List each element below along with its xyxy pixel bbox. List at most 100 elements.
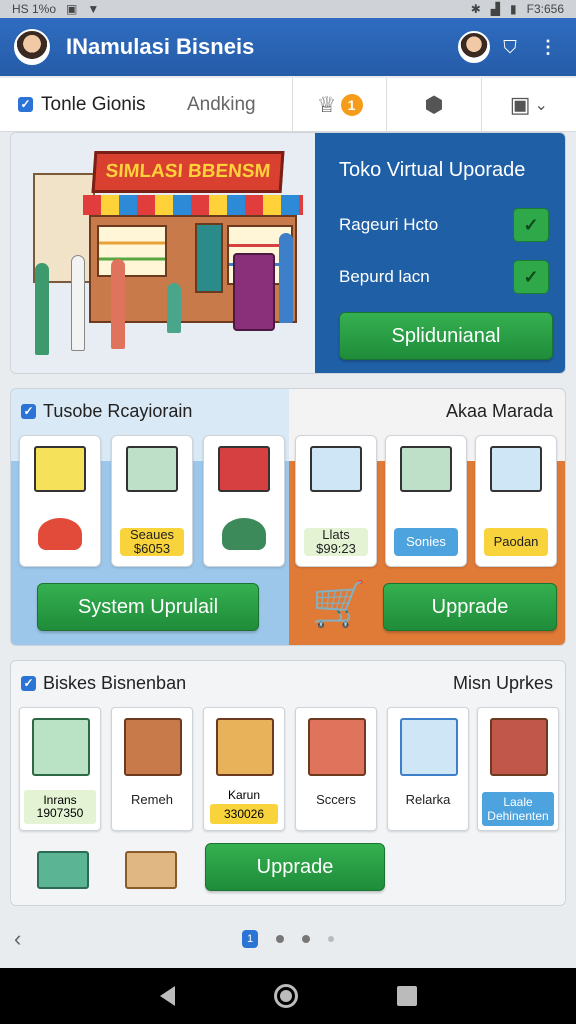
category-section: ✓ Tusobe Rcayiorain Akaa Marada Seaues $… [10,388,566,646]
page-dot[interactable] [302,935,310,943]
card-label: Karun [227,788,261,802]
system-upgrade-button[interactable]: System Uprulail [37,583,259,631]
card-label: Seaues [129,527,175,543]
section-title: Tusobe Rcayiorain [43,401,193,421]
card-label: Remeh [131,792,173,807]
notification-badge: 1 [340,93,363,116]
person [279,233,293,323]
business-card[interactable]: Remeh [111,707,193,831]
section-title-right: Misn Uprkes [452,673,553,693]
more-vert-icon[interactable]: ⋮ [534,33,562,61]
shelf [97,225,167,277]
business-card[interactable]: Karun 330026 [203,707,285,831]
business-art [216,718,274,776]
product-art [34,446,86,492]
section-header-right: Akaa Marada [446,401,553,422]
upgrade-panel: Toko Virtual Uporade Rageuri Hcto ✓ Bepu… [315,133,565,373]
checkbox-icon[interactable]: ✓ [18,97,33,112]
product-card[interactable]: Sonies [385,435,467,567]
fruit-icon [38,518,82,550]
card-value: $99:23 [316,541,356,556]
id-card-icon: ▣ [509,91,531,117]
product-card[interactable]: Llats $99:23 [295,435,377,567]
page-dot[interactable] [328,936,334,942]
recents-icon[interactable] [396,986,417,1006]
label-pill: Paodan [484,528,548,556]
card-value: 330026 [210,804,278,824]
upgrade-button[interactable]: Upprade [383,583,557,631]
card-label: Llats [322,527,350,543]
vending-machine [233,253,275,331]
avatar[interactable] [14,29,50,65]
upgrade-row: Bepurd lacn ✓ [339,260,549,294]
tab-achievements[interactable]: ♕ 1 [293,77,388,132]
business-card[interactable]: Sccers [295,707,377,831]
tab-main[interactable]: ✓ Tonle Gionis [0,94,187,116]
profile-avatar[interactable] [458,31,490,63]
business-art [124,718,182,776]
store-illustration: SIMLASI BBENSM [11,133,315,373]
back-icon[interactable] [159,986,175,1006]
settings-icon: ✱ [470,2,481,16]
checkbox-icon[interactable]: ✓ [21,404,36,419]
chevron-down-icon: ⌄ [534,96,548,114]
door [195,223,223,293]
shield-icon[interactable]: ⛉ [496,33,524,61]
page-dot[interactable] [276,935,284,943]
product-art [400,446,452,492]
app-bar: INamulasi Bisneis ⛉ ⋮ [0,18,576,76]
card-label: Paodan [493,534,539,550]
product-card[interactable]: Seaues $6053 [111,435,193,567]
card-label: Sccers [316,792,356,807]
section-header: ✓ Biskes Bisnenban [21,673,186,694]
primary-upgrade-button[interactable]: Splidunianal [339,312,553,360]
tab-profile[interactable]: ▣ ⌄ [482,78,576,132]
business-section: ✓ Biskes Bisnenban Misn Uprkes Inrans 19… [10,660,566,906]
status-right-text: F3:656 [526,2,564,16]
shopping-cart-icon: 🛒 [311,580,367,629]
check-button[interactable]: ✓ [513,260,549,294]
home-icon[interactable] [273,984,298,1008]
check-icon: ✓ [523,266,539,287]
hero-card: SIMLASI BBENSM Toko Virtual Uporade Rage… [10,132,566,374]
notification-icon: ▣ [66,2,78,16]
money-pill: Inrans 1907350 [24,790,96,824]
section-title-right: Akaa Marada [445,401,553,421]
checkbox-icon[interactable]: ✓ [21,676,36,691]
page-dot-active[interactable]: 1 [242,930,258,948]
business-card[interactable]: Inrans 1907350 [19,707,101,831]
tab-main-label: Tonle Gionis [41,93,146,115]
panel-title: Toko Virtual Uporade [339,159,526,181]
app-title: INamulasi Bisneis [66,34,255,59]
tab-inventory[interactable]: ⬢ [387,77,482,132]
product-art [218,446,270,492]
tab-ranking[interactable]: Andking [187,77,294,132]
person [35,263,49,355]
price-pill: Seaues $6053 [120,528,184,556]
box-icon: ⬢ [424,91,444,117]
check-icon: ✓ [523,214,539,235]
business-art [400,718,458,776]
basket-icon [222,518,266,550]
business-card[interactable]: Relarka [387,707,469,831]
card-label: Sonies [406,534,446,550]
chevron-left-icon[interactable]: ‹ [14,926,21,952]
tab-bar: ✓ Tonle Gionis Andking ♕ 1 ⬢ ▣ ⌄ [0,77,576,132]
card-label: Laale Dehinenten [482,792,554,826]
crate-icon [37,851,89,889]
product-card[interactable] [19,435,101,567]
product-card[interactable]: Paodan [475,435,557,567]
product-card[interactable] [203,435,285,567]
check-button[interactable]: ✓ [513,208,549,242]
product-art [310,446,362,492]
card-value: $6053 [133,541,171,556]
system-nav-bar [0,968,576,1024]
business-card[interactable]: Laale Dehinenten [477,707,559,831]
business-upgrade-button[interactable]: Upprade [205,843,385,891]
shop-awning [83,195,303,215]
status-bar: HS 1%o ▣ ▼ ✱ ▟ ▮ F3:656 [0,0,576,18]
row-label: Rageuri Hcto [339,215,439,234]
upgrade-row: Rageuri Hcto ✓ [339,208,549,242]
product-art [126,446,178,492]
battery-icon: ▮ [510,2,517,16]
